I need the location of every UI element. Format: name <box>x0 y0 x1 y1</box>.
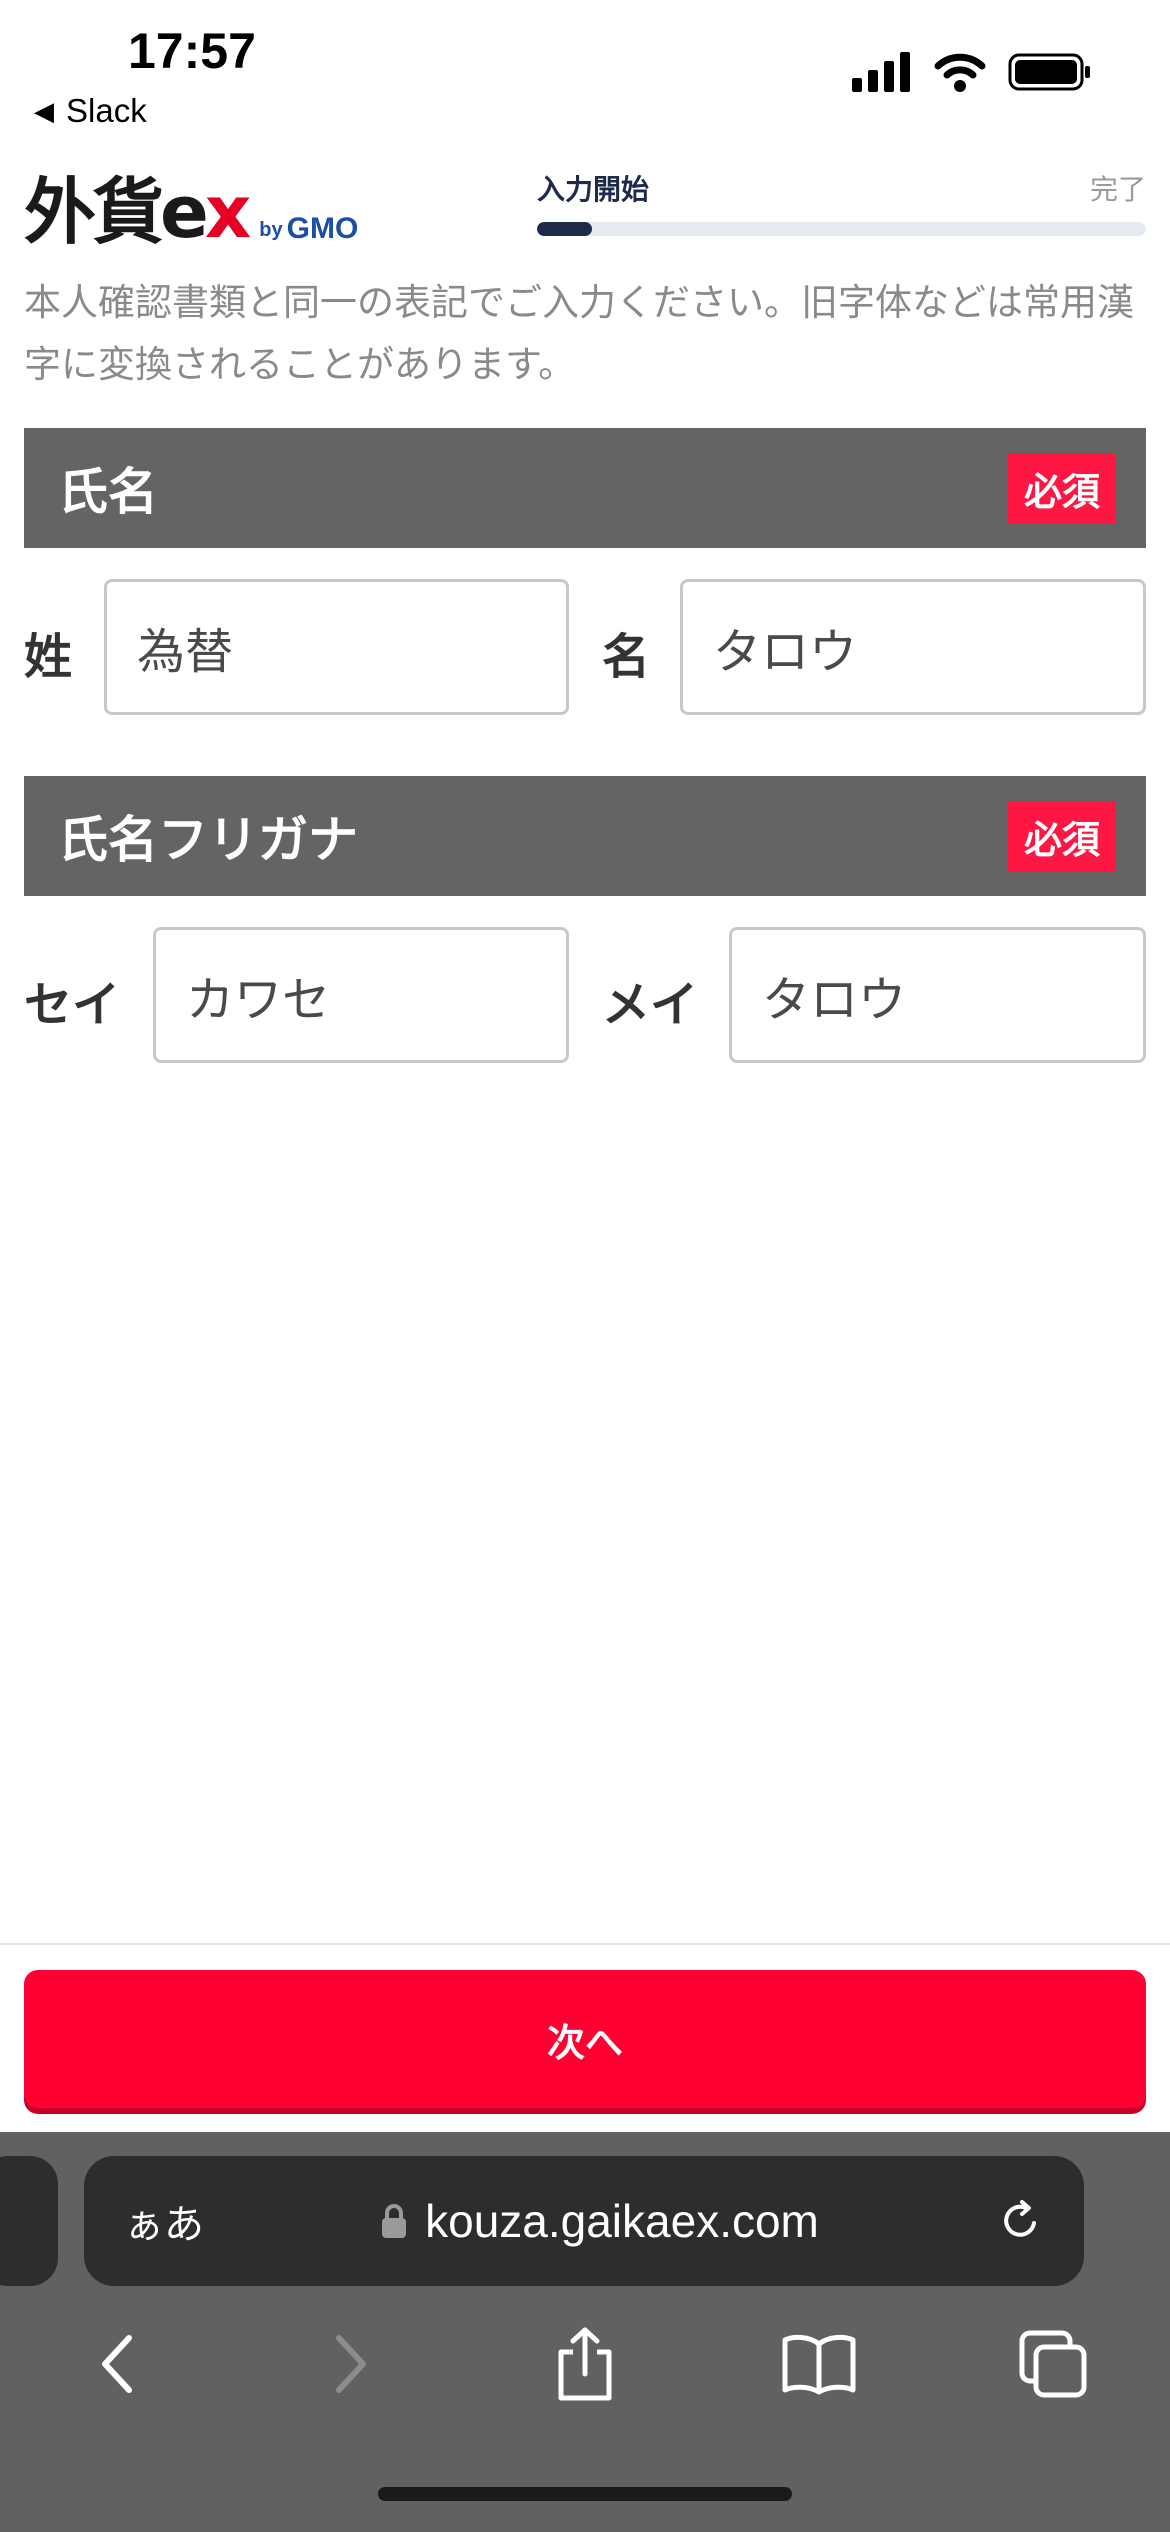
progress-start-label: 入力開始 <box>537 173 650 206</box>
battery-icon <box>1008 53 1090 91</box>
progress-bar <box>537 222 1146 236</box>
url-text: kouza.gaikaex.com <box>425 2195 819 2247</box>
tabs-button[interactable] <box>1005 2316 1101 2412</box>
name-section-title: 氏名 <box>58 463 158 521</box>
last-name-label: 姓 <box>24 629 73 685</box>
logo-gmo-text: GMO <box>286 212 359 245</box>
back-to-app-link[interactable]: ◀ Slack <box>34 92 147 130</box>
tabs-icon <box>1019 2330 1087 2398</box>
gaikaex-logo[interactable]: 外貨ex by GMO <box>24 176 358 248</box>
share-button[interactable] <box>537 2316 633 2412</box>
address-bar[interactable]: ぁあ kouza.gaikaex.com <box>84 2156 1084 2286</box>
share-icon <box>558 2327 612 2401</box>
required-badge: 必須 <box>1007 800 1116 872</box>
footer-divider <box>0 1943 1170 1945</box>
first-name-label: 名 <box>602 629 651 685</box>
lock-icon <box>382 2204 407 2238</box>
required-badge: 必須 <box>1007 452 1116 524</box>
browser-nav-row <box>0 2316 1170 2412</box>
progress-end-label: 完了 <box>1089 173 1146 206</box>
forward-icon <box>336 2335 366 2393</box>
bookmarks-icon <box>782 2334 856 2395</box>
progress-bar-fill <box>537 222 592 236</box>
last-name-kana-label: セイ <box>24 977 121 1033</box>
back-button[interactable] <box>69 2316 165 2412</box>
wifi-icon <box>934 53 986 92</box>
name-section-header: 氏名 必須 <box>24 428 1146 548</box>
first-name-input[interactable] <box>680 579 1146 715</box>
logo-x-text: x <box>204 170 251 254</box>
page-settings-button[interactable]: ぁあ <box>124 2192 204 2250</box>
back-app-label: Slack <box>66 92 147 129</box>
next-button[interactable]: 次へ <box>24 1970 1146 2108</box>
back-icon <box>102 2335 132 2393</box>
kana-section-title: 氏名フリガナ <box>58 811 358 869</box>
last-name-kana-input[interactable] <box>153 927 569 1063</box>
first-name-kana-label: メイ <box>602 977 699 1033</box>
status-icons <box>852 52 1092 92</box>
logo-by-text: by <box>259 219 283 241</box>
first-name-kana-input[interactable] <box>729 927 1146 1063</box>
previous-tab-peek[interactable] <box>0 2156 58 2286</box>
last-name-input[interactable] <box>104 579 569 715</box>
status-time: 17:57 <box>128 23 256 79</box>
input-notice: 本人確認書類と同一の表記でご入力ください。旧字体などは常用漢字に変換されることが… <box>24 281 1134 386</box>
cellular-signal-icon <box>852 52 910 92</box>
home-indicator[interactable] <box>378 2487 792 2501</box>
forward-button[interactable] <box>303 2316 399 2412</box>
bookmarks-button[interactable] <box>771 2316 867 2412</box>
logo-main-text: 外貨e <box>24 170 209 254</box>
reload-icon[interactable] <box>996 2197 1044 2245</box>
kana-section-header: 氏名フリガナ 必須 <box>24 776 1146 896</box>
back-triangle-icon: ◀ <box>34 95 54 126</box>
